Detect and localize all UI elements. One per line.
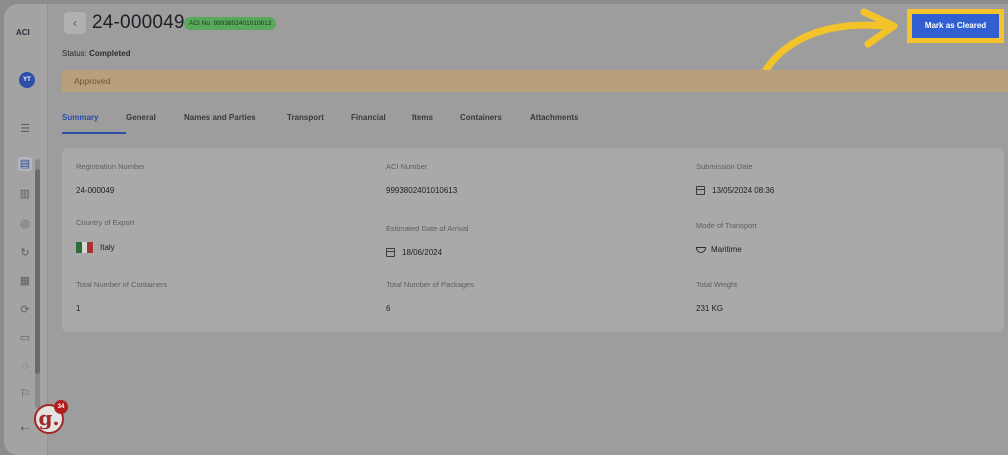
status-value: Completed (89, 49, 131, 58)
tab-containers[interactable]: Containers (460, 112, 530, 134)
total-weight-field: Total Weight 231 KG (696, 280, 737, 313)
tab-summary[interactable]: Summary (62, 112, 126, 134)
field-label: Total Number of Packages (386, 280, 474, 289)
guide-badge[interactable]: g. 34 (34, 400, 68, 434)
field-value: 231 KG (696, 304, 724, 313)
mode-of-transport-field: Mode of Transport Maritime (696, 221, 757, 254)
italy-flag-icon (76, 242, 94, 253)
page-title: 24-000049 (92, 12, 185, 33)
tab-bar: Summary General Names and Parties Transp… (62, 112, 600, 134)
sync-icon[interactable]: ⟳ (18, 303, 32, 317)
brand-logo[interactable]: ACI (16, 28, 30, 37)
tab-general[interactable]: General (126, 112, 184, 134)
registration-number-field: Registration Number 24-000049 (76, 162, 145, 195)
document-icon[interactable]: ▤ (18, 157, 32, 171)
field-value-row: Italy (76, 242, 134, 253)
mark-as-cleared-highlight: Mark as Cleared (907, 9, 1004, 43)
tab-financial[interactable]: Financial (351, 112, 412, 134)
field-value: 18/06/2024 (402, 248, 443, 257)
field-label: Submission Date (696, 162, 753, 171)
sliders-icon[interactable]: ☰ (18, 122, 32, 136)
logout-icon[interactable]: ⇠ (18, 422, 32, 436)
list-icon[interactable]: ▥ (18, 187, 32, 201)
field-value: 6 (386, 304, 391, 313)
chat-icon[interactable]: ▭ (18, 331, 32, 345)
tab-transport[interactable]: Transport (287, 112, 351, 134)
calendar-icon (386, 248, 395, 257)
rail-scrollbar[interactable] (35, 159, 40, 409)
field-label: Registration Number (76, 162, 145, 171)
field-label: Country of Export (76, 218, 135, 227)
field-value-row: 13/05/2024 08:36 (696, 186, 774, 195)
field-value: 13/05/2024 08:36 (712, 186, 775, 195)
field-value: 9993802401010613 (386, 186, 458, 195)
support-icon[interactable]: ◌ (18, 359, 32, 373)
field-value: 24-000049 (76, 186, 115, 195)
approved-banner: Approved (62, 70, 1008, 92)
field-label: Total Weight (696, 280, 738, 289)
field-value: 1 (76, 304, 81, 313)
estimated-arrival-field: Estimated Date of Arrival 18/06/2024 (386, 224, 469, 257)
field-label: ACI Number (386, 162, 428, 171)
mark-as-cleared-button[interactable]: Mark as Cleared (912, 14, 999, 38)
total-containers-field: Total Number of Containers 1 (76, 280, 167, 313)
total-packages-field: Total Number of Packages 6 (386, 280, 474, 313)
country-of-export-field: Country of Export Italy (76, 218, 134, 253)
circle-icon[interactable]: ◎ (18, 217, 32, 231)
tab-attachments[interactable]: Attachments (530, 112, 600, 134)
tab-items[interactable]: Items (412, 112, 460, 134)
user-avatar[interactable]: YT (19, 72, 35, 88)
tab-names-and-parties[interactable]: Names and Parties (184, 112, 287, 134)
calendar-icon (696, 186, 705, 195)
summary-card: Registration Number 24-000049 ACI Number… (62, 148, 1004, 332)
status-label: Status: (62, 49, 87, 58)
back-button[interactable]: ‹ (64, 12, 86, 34)
left-nav-rail: ACI YT ☰ ▤ ▥ ◎ ↻ ▦ ⟳ ▭ ◌ ⚐ ⇠ (4, 4, 48, 455)
field-label: Total Number of Containers (76, 280, 168, 289)
refresh-icon[interactable]: ↻ (18, 246, 32, 260)
field-label: Estimated Date of Arrival (386, 224, 469, 233)
guide-badge-count: 34 (54, 400, 68, 414)
file-icon[interactable]: ▦ (18, 274, 32, 288)
field-value-row: Maritime (696, 245, 757, 254)
field-value: Maritime (711, 245, 742, 254)
rail-scrollbar-thumb[interactable] (35, 169, 40, 374)
flag-icon[interactable]: ⚐ (18, 387, 32, 401)
submission-date-field: Submission Date 13/05/2024 08:36 (696, 162, 774, 195)
app-window: ACI YT ☰ ▤ ▥ ◎ ↻ ▦ ⟳ ▭ ◌ ⚐ ⇠ ‹ 24-000049… (4, 4, 1008, 455)
field-label: Mode of Transport (696, 221, 757, 230)
field-value-row: 18/06/2024 (386, 248, 469, 257)
aci-number-field: ACI Number 9993802401010613 (386, 162, 457, 195)
status-line: Status: Completed (62, 49, 130, 58)
field-value: Italy (100, 243, 115, 252)
aci-number-pill: ACI No. 9993802401010613 (184, 17, 277, 30)
ship-icon (696, 246, 706, 253)
